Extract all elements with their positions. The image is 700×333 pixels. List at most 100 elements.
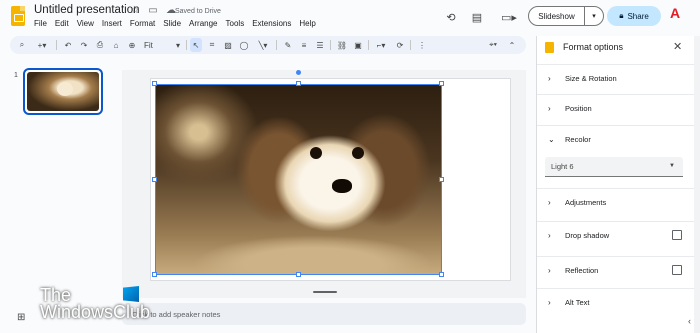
redo-icon[interactable]: ↷ (78, 36, 90, 54)
alt-text-icon[interactable]: ▣ (352, 36, 364, 54)
pen-icon[interactable]: ✎ (282, 36, 294, 54)
menu-extensions[interactable]: Extensions (252, 19, 291, 28)
resize-handle[interactable] (296, 272, 301, 277)
more-icon[interactable]: ⋮ (416, 36, 428, 54)
menu-view[interactable]: View (77, 19, 94, 28)
format-options-icon (545, 42, 554, 53)
dog-nose (332, 179, 352, 193)
side-panel-scrollbar[interactable] (694, 36, 700, 333)
rotate-handle[interactable] (296, 70, 301, 75)
windows-logo-icon (123, 286, 139, 302)
section-label: Recolor (565, 135, 591, 144)
section-adjustments[interactable]: › Adjustments (537, 188, 695, 218)
chevron-down-icon: ⌄ (548, 135, 555, 144)
comment-icon[interactable]: ▤ (468, 6, 486, 28)
menu-bar: File Edit View Insert Format Slide Arran… (34, 19, 316, 28)
section-drop-shadow[interactable]: › Drop shadow (537, 221, 695, 251)
shape-icon[interactable]: ◯ (238, 36, 250, 54)
thumbnail-image (27, 72, 99, 111)
chevron-left-icon[interactable]: ‹ (688, 316, 691, 326)
resize-handle[interactable] (152, 81, 157, 86)
zoom-value: Fit (144, 40, 153, 50)
recolor-select[interactable]: Light 6 ▼ (545, 157, 683, 177)
watermark-line2: WindowsClub (40, 302, 151, 322)
resize-handle[interactable] (439, 81, 444, 86)
section-size-rotation[interactable]: › Size & Rotation (537, 64, 695, 94)
resize-handle[interactable] (152, 177, 157, 182)
image-icon[interactable]: ▨ (222, 36, 234, 54)
section-position[interactable]: › Position (537, 94, 695, 124)
reset-image-icon[interactable]: ⟳ (394, 36, 406, 54)
menu-help[interactable]: Help (299, 19, 315, 28)
star-icon[interactable]: ☆ (129, 5, 141, 16)
chevron-right-icon: › (548, 298, 551, 307)
line-icon[interactable]: ╲▾ (254, 36, 272, 54)
document-title[interactable]: Untitled presentation (34, 4, 139, 16)
title-icons: ☆ ▭ ☁ (129, 5, 177, 16)
share-button[interactable]: 🔒︎ Share (607, 6, 661, 26)
chevron-down-icon[interactable]: ▾ (585, 12, 603, 20)
slide-thumbnail[interactable] (23, 68, 103, 115)
menu-arrange[interactable]: Arrange (189, 19, 217, 28)
resize-handle[interactable] (439, 272, 444, 277)
slideshow-button[interactable]: Slideshow ▾ (528, 6, 604, 26)
frame-icon[interactable]: ⌗ (206, 36, 218, 54)
border-weight-icon[interactable]: ≡ (298, 36, 310, 54)
app-header: Untitled presentation ☆ ▭ ☁ Saved to Dri… (0, 0, 700, 34)
chevron-right-icon: › (548, 74, 551, 83)
slides-logo-icon[interactable] (11, 6, 25, 26)
chevron-right-icon: › (548, 266, 551, 275)
zoom-select[interactable]: Fit ▾ (142, 36, 182, 54)
zoom-in-icon[interactable]: ⊕ (126, 36, 138, 54)
format-options-title: Format options (563, 42, 624, 52)
section-label: Reflection (565, 266, 599, 275)
menu-format[interactable]: Format (130, 19, 155, 28)
lock-icon: 🔒︎ (619, 11, 624, 20)
chevron-up-icon[interactable]: ⌃ (506, 36, 518, 54)
section-label: Position (565, 104, 592, 113)
recolor-value: Light 6 (551, 162, 574, 171)
saved-status: Saved to Drive (175, 8, 221, 15)
dog-photo[interactable] (155, 84, 442, 275)
crop-icon[interactable]: ⌐▾ (372, 36, 390, 54)
new-slide-icon[interactable]: +▾ (34, 36, 50, 54)
section-reflection[interactable]: › Reflection (537, 256, 695, 286)
acrobat-icon[interactable]: A (670, 5, 680, 21)
history-icon[interactable]: ⟲ (442, 6, 460, 28)
chevron-right-icon: › (548, 198, 551, 207)
reflection-checkbox[interactable] (672, 265, 682, 275)
resize-handle[interactable] (439, 177, 444, 182)
dropdown-arrow-icon: ▼ (669, 163, 675, 169)
section-label: Alt Text (565, 298, 590, 307)
undo-icon[interactable]: ↶ (62, 36, 74, 54)
paint-format-icon[interactable]: ⌂ (110, 36, 122, 54)
section-label: Size & Rotation (565, 74, 617, 83)
resize-handle[interactable] (152, 272, 157, 277)
menu-file[interactable]: File (34, 19, 47, 28)
pen-tool-icon[interactable]: ⌖▾ (484, 36, 502, 54)
slideshow-label[interactable]: Slideshow (529, 7, 585, 25)
chevron-right-icon: › (548, 231, 551, 240)
menu-edit[interactable]: Edit (55, 19, 69, 28)
search-icon[interactable]: ⌕ (16, 36, 28, 54)
menu-slide[interactable]: Slide (163, 19, 181, 28)
drop-shadow-checkbox[interactable] (672, 230, 682, 240)
border-dash-icon[interactable]: ☰ (314, 36, 326, 54)
dog-eye (352, 147, 364, 159)
select-icon[interactable]: ↖ (190, 38, 202, 52)
print-icon[interactable]: ⎙ (94, 36, 106, 54)
speaker-notes[interactable]: Click to add speaker notes (122, 303, 526, 325)
close-icon[interactable]: ✕ (673, 40, 682, 53)
section-recolor[interactable]: ⌄ Recolor (537, 125, 695, 187)
move-to-folder-icon[interactable]: ▭ (147, 5, 159, 16)
resize-handle[interactable] (296, 81, 301, 86)
format-options-header: Format options ✕ (537, 36, 695, 60)
menu-tools[interactable]: Tools (226, 19, 245, 28)
video-call-icon[interactable]: ▭▸ (496, 6, 522, 28)
horizontal-scrollbar[interactable] (313, 291, 337, 293)
menu-insert[interactable]: Insert (102, 19, 122, 28)
share-label: Share (627, 11, 649, 21)
section-alt-text[interactable]: › Alt Text (537, 288, 695, 318)
grid-view-icon[interactable]: ⊞ (17, 312, 25, 323)
link-icon[interactable]: ⛓ (336, 36, 348, 54)
